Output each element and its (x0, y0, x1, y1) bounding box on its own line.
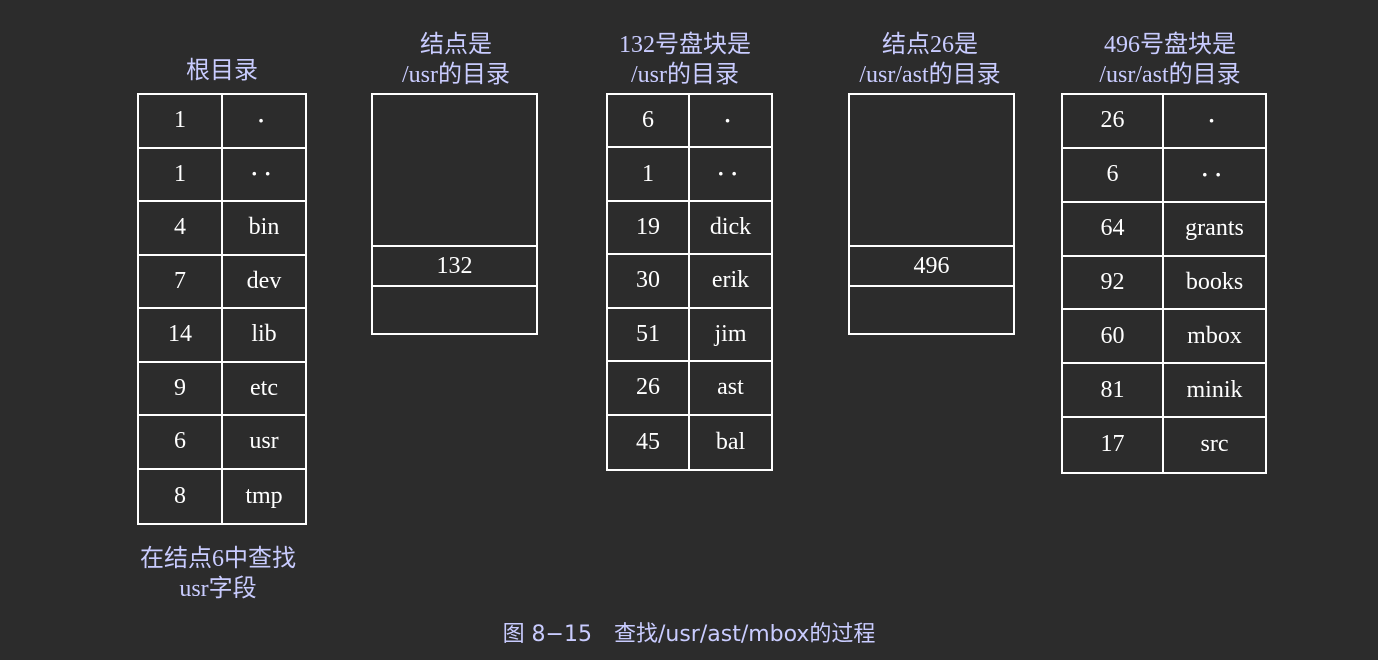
inode-26-title: 结点26是 /usr/ast的目录 (859, 32, 1001, 88)
inode-26-top-segment (850, 95, 1013, 247)
directory-entry-row: 6 usr (139, 416, 305, 470)
entry-name: dev (246, 267, 282, 294)
directory-entry-row: 51 jim (608, 308, 771, 363)
inode-number: 6 (1063, 148, 1164, 201)
directory-entry-row: 6 · (608, 95, 771, 149)
entry-name: dick (709, 214, 752, 241)
entry-name: books (1185, 268, 1244, 295)
directory-entry-row: 92 books (1063, 256, 1265, 311)
entry-name: mbox (1187, 322, 1242, 349)
directory-entry-row: 60 mbox (1063, 310, 1265, 365)
directory-entry-row: 30 erik (608, 255, 771, 309)
directory-entry-row: 19 dick (608, 201, 771, 256)
figure-caption: 图 8−15 查找/usr/ast/mbox的过程 (502, 622, 876, 647)
block-496-title: 496号盘块是 /usr/ast的目录 (1099, 32, 1241, 88)
entry-name: ·· (1201, 161, 1228, 187)
directory-entry-row: 26 ast (608, 362, 771, 416)
inode-number: 8 (139, 469, 223, 523)
entry-name: etc (250, 374, 278, 401)
directory-entry-row: 8 tmp (139, 469, 305, 523)
entry-name: · (257, 107, 271, 133)
inode-number: 6 (608, 95, 690, 147)
directory-entry-row: 6 ·· (1063, 148, 1265, 203)
directory-entry-row: 81 minik (1063, 364, 1265, 419)
directory-entry-row: 4 bin (139, 202, 305, 256)
root-directory-note: 在结点6中查找 usr字段 (140, 546, 296, 602)
inode-26-address: 496 (850, 247, 1013, 287)
inode-number: 1 (608, 148, 690, 200)
entry-name: bin (248, 214, 280, 241)
entry-name: ·· (250, 161, 278, 187)
root-directory-table: 1 · 1 ·· 4 bin 7 dev 14 lib 9 etc 6 usr 8 tmp (137, 93, 307, 525)
directory-entry-row: 64 grants (1063, 202, 1265, 257)
directory-entry-row: 14 lib (139, 309, 305, 363)
inode-number: 26 (1063, 95, 1164, 147)
inode-number: 30 (608, 255, 690, 307)
inode-usr-bottom-segment (373, 287, 536, 333)
entry-name: · (1207, 107, 1222, 133)
entry-name: · (723, 107, 738, 133)
entry-name: jim (714, 320, 747, 347)
inode-number: 14 (139, 309, 223, 361)
block-132-table: 6 · 1 ·· 19 dick 30 erik 51 jim 26 ast 45 bal (606, 93, 773, 471)
directory-entry-row: 26 · (1063, 95, 1265, 149)
root-directory-title: 根目录 (186, 58, 258, 84)
block-132-title: 132号盘块是 /usr的目录 (619, 32, 751, 88)
inode-number: 81 (1063, 364, 1164, 417)
directory-entry-row: 1 ·· (608, 148, 771, 202)
entry-name: bal (715, 428, 746, 455)
inode-number: 7 (139, 255, 223, 307)
inode-number: 19 (608, 201, 690, 254)
inode-number: 45 (608, 415, 690, 469)
entry-name: lib (251, 321, 277, 348)
inode-number: 60 (1063, 310, 1164, 363)
directory-entry-row: 1 · (139, 95, 305, 149)
directory-entry-row: 45 bal (608, 415, 771, 469)
inode-usr-address: 132 (373, 247, 536, 287)
inode-usr-title: 结点是 /usr的目录 (402, 32, 510, 88)
inode-usr-top-segment (373, 95, 536, 247)
inode-number: 51 (608, 308, 690, 361)
inode-number: 17 (1063, 418, 1164, 472)
entry-name: usr (249, 428, 279, 455)
inode-usr-box: 132 (371, 93, 538, 335)
block-496-table: 26 · 6 ·· 64 grants 92 books 60 mbox 81 minik 17 src (1061, 93, 1267, 474)
inode-number: 1 (139, 148, 223, 200)
inode-number: 92 (1063, 256, 1164, 309)
directory-entry-row: 17 src (1063, 418, 1265, 472)
directory-entry-row: 7 dev (139, 255, 305, 309)
entry-name: ·· (717, 161, 744, 187)
inode-26-box: 496 (848, 93, 1015, 335)
directory-entry-row: 1 ·· (139, 148, 305, 202)
inode-number: 64 (1063, 202, 1164, 255)
inode-number: 26 (608, 362, 690, 414)
inode-26-bottom-segment (850, 287, 1013, 333)
entry-name: minik (1186, 376, 1243, 403)
inode-number: 4 (139, 202, 223, 254)
directory-entry-row: 9 etc (139, 362, 305, 416)
entry-name: ast (717, 374, 744, 401)
inode-number: 6 (139, 416, 223, 468)
inode-number: 9 (139, 362, 223, 414)
inode-number: 1 (139, 95, 223, 147)
entry-name: grants (1185, 215, 1244, 242)
entry-name: tmp (245, 482, 283, 509)
entry-name: src (1200, 431, 1229, 458)
entry-name: erik (711, 267, 750, 294)
